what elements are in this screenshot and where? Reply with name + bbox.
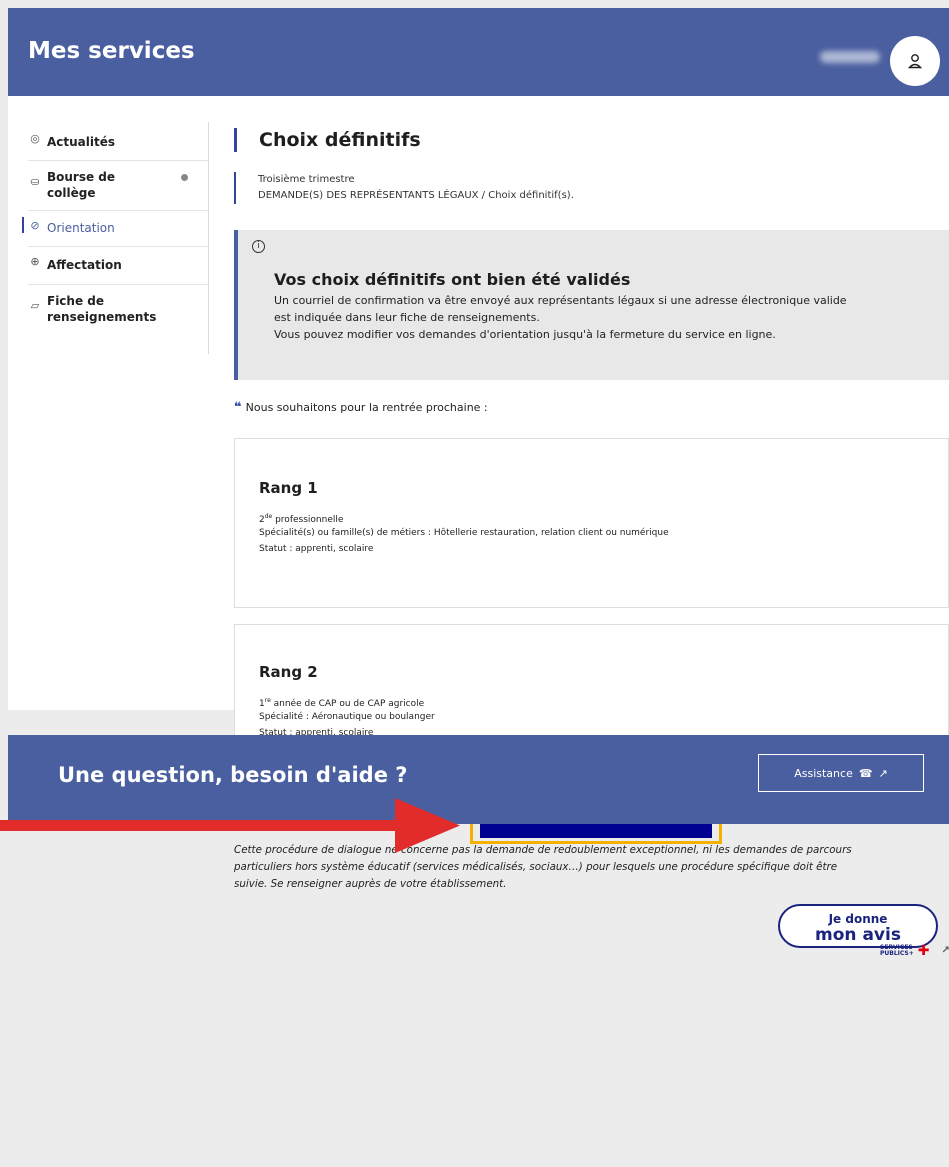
alert-line: est indiquée dans leur fiche de renseign… <box>274 311 540 324</box>
external-link-icon: ↗ <box>878 766 888 780</box>
sidebar-item-bourse[interactable]: ⛀ Bourse de collège <box>28 161 208 211</box>
services-publics-text: SERVICES PUBLICS+ <box>880 945 914 957</box>
coins-icon: ⛀ <box>30 175 40 188</box>
disclaimer-line: suivie. Se renseigner auprès de votre ét… <box>234 878 507 890</box>
success-alert: i Vos choix définitifs ont bien été vali… <box>234 230 949 380</box>
breadcrumb-period: Troisième trimestre <box>258 174 355 185</box>
sidebar-item-fiche[interactable]: ▱ Fiche de renseignements <box>28 285 208 337</box>
rank-title: Rang 2 <box>259 663 318 681</box>
disclaimer-line: particuliers hors système éducatif (serv… <box>234 861 838 873</box>
sidebar-item-actualites[interactable]: ◎ Actualités <box>28 124 208 161</box>
page-title: Choix définitifs <box>234 128 421 152</box>
sidebar-divider <box>208 122 209 354</box>
rank-specialty: Spécialité : Aéronautique ou boulanger <box>259 712 435 722</box>
breadcrumb-path: DEMANDE(S) DES REPRÉSENTANTS LÉGAUX / Ch… <box>258 190 574 201</box>
target-icon: ⊕ <box>30 255 40 268</box>
user-name-blurred <box>820 51 880 63</box>
assistance-label: Assistance <box>794 766 853 780</box>
help-title: Une question, besoin d'aide ? <box>58 763 408 787</box>
sidebar-item-affectation[interactable]: ⊕ Affectation <box>28 247 208 285</box>
services-publics-logo: SERVICES PUBLICS+ ✚ ↗ <box>880 944 949 958</box>
feedback-button[interactable]: Je donne mon avis <box>778 904 938 948</box>
alert-body: Un courriel de confirmation va être envo… <box>274 292 934 343</box>
annotation-arrow-icon <box>0 798 460 853</box>
sidebar-item-label: Affectation <box>47 258 122 272</box>
alert-title: Vos choix définitifs ont bien été validé… <box>274 270 631 289</box>
wish-intro-text: Nous souhaitons pour la rentrée prochain… <box>245 401 488 414</box>
rank-status: Statut : apprenti, scolaire <box>259 544 374 554</box>
sidebar-item-orientation[interactable]: ⊘ Orientation <box>22 211 208 247</box>
user-icon <box>908 54 922 69</box>
sidebar-item-label: Orientation <box>47 221 115 235</box>
feedback-line1: Je donne <box>828 912 888 926</box>
alert-line: Un courriel de confirmation va être envo… <box>274 294 847 307</box>
sidebar-nav: ◎ Actualités ⛀ Bourse de collège ⊘ Orien… <box>22 124 208 337</box>
sidebar-item-label: Fiche de renseignements <box>47 294 157 324</box>
wish-intro: ❝ Nous souhaitons pour la rentrée prochai… <box>234 400 488 415</box>
compass-icon: ⊘ <box>30 219 40 232</box>
sidebar-item-label: Actualités <box>47 135 116 149</box>
plus-cross-icon: ✚ <box>917 943 930 959</box>
header-bar: Mes services <box>8 8 949 96</box>
support-icon: ☎ <box>858 766 873 780</box>
rank-level-rest: professionnelle <box>272 515 344 525</box>
info-icon: i <box>252 240 265 253</box>
news-icon: ◎ <box>30 132 40 145</box>
sidebar-item-label: Bourse de collège <box>47 170 116 200</box>
services-publics-line2: PUBLICS+ <box>880 950 914 957</box>
rank-title: Rang 1 <box>259 479 318 497</box>
rank-level-rest: année de CAP ou de CAP agricole <box>270 699 425 709</box>
file-icon: ▱ <box>30 299 40 312</box>
info-dot-icon <box>181 174 188 181</box>
user-avatar-button[interactable] <box>890 36 940 86</box>
breadcrumb: Troisième trimestre DEMANDE(S) DES REPRÉ… <box>234 172 834 204</box>
main-panel: ◎ Actualités ⛀ Bourse de collège ⊘ Orien… <box>8 96 949 958</box>
rank-card: Rang 1 2de professionnelle Spécialité(s)… <box>234 438 949 608</box>
app-title: Mes services <box>28 38 195 64</box>
rank-specialty: Spécialité(s) ou famille(s) de métiers :… <box>259 528 669 538</box>
alert-line: Vous pouvez modifier vos demandes d'orie… <box>274 328 776 341</box>
assistance-button[interactable]: Assistance ☎ ↗ <box>758 754 924 792</box>
quote-icon: ❝ <box>234 400 242 415</box>
feedback-line2: mon avis <box>815 925 901 945</box>
external-link-icon[interactable]: ↗ <box>942 946 949 956</box>
